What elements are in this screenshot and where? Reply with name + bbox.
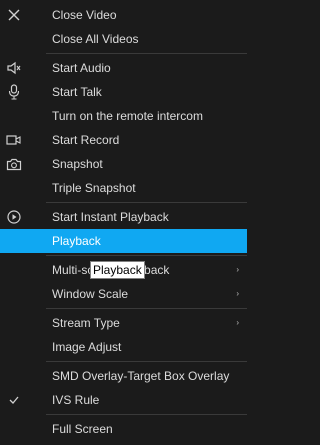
menu-item-label: Playback [52,234,101,248]
menu-item-label: Start Talk [52,85,102,99]
menu-item-label: Close All Videos [52,32,139,46]
context-menu: Close Video Close All Videos Start Audio… [0,0,247,445]
close-icon [5,6,23,24]
menu-separator [46,414,247,415]
tooltip: Playback [90,261,145,279]
video-camera-icon [5,131,23,149]
menu-item-close-video[interactable]: Close Video [0,3,247,27]
menu-item-image-adjust[interactable]: Image Adjust [0,335,247,359]
menu-item-start-record[interactable]: Start Record [0,128,247,152]
menu-item-label: SMD Overlay-Target Box Overlay [52,369,230,383]
submenu-arrow-icon: › [236,289,239,298]
menu-item-start-talk[interactable]: Start Talk [0,80,247,104]
camera-icon [5,155,23,173]
menu-item-remote-intercom[interactable]: Turn on the remote intercom [0,104,247,128]
microphone-icon [5,83,23,101]
menu-item-ivs-rule[interactable]: IVS Rule [0,388,247,412]
menu-item-label: Triple Snapshot [52,181,136,195]
menu-item-triple-snapshot[interactable]: Triple Snapshot [0,176,247,200]
menu-item-stream-type[interactable]: Stream Type › [0,311,247,335]
menu-item-snapshot[interactable]: Snapshot [0,152,247,176]
menu-item-smd-overlay[interactable]: SMD Overlay-Target Box Overlay [0,364,247,388]
menu-item-label: Window Scale [52,287,129,301]
menu-item-start-instant-playback[interactable]: Start Instant Playback [0,205,247,229]
menu-item-label: Full Screen [52,422,113,436]
menu-separator [46,361,247,362]
menu-item-label: IVS Rule [52,393,100,407]
menu-separator [46,255,247,256]
menu-item-label: Close Video [52,8,117,22]
menu-separator [46,202,247,203]
submenu-arrow-icon: › [236,318,239,327]
menu-item-start-audio[interactable]: Start Audio [0,56,247,80]
check-icon [5,391,23,409]
play-circle-icon [5,208,23,226]
menu-item-full-screen[interactable]: Full Screen [0,417,247,441]
submenu-arrow-icon: › [236,265,239,274]
menu-separator [46,53,247,54]
menu-item-playback[interactable]: Playback [0,229,247,253]
menu-item-label: Snapshot [52,157,103,171]
menu-item-label: Stream Type [52,316,120,330]
menu-item-label: Start Instant Playback [52,210,169,224]
menu-item-label: Image Adjust [52,340,122,354]
menu-separator [46,308,247,309]
menu-item-label: Turn on the remote intercom [52,109,203,123]
speaker-icon [5,59,23,77]
menu-item-window-scale[interactable]: Window Scale › [0,282,247,306]
menu-item-close-all-videos[interactable]: Close All Videos [0,27,247,51]
menu-item-label: Start Audio [52,61,111,75]
menu-item-label: Start Record [52,133,120,147]
